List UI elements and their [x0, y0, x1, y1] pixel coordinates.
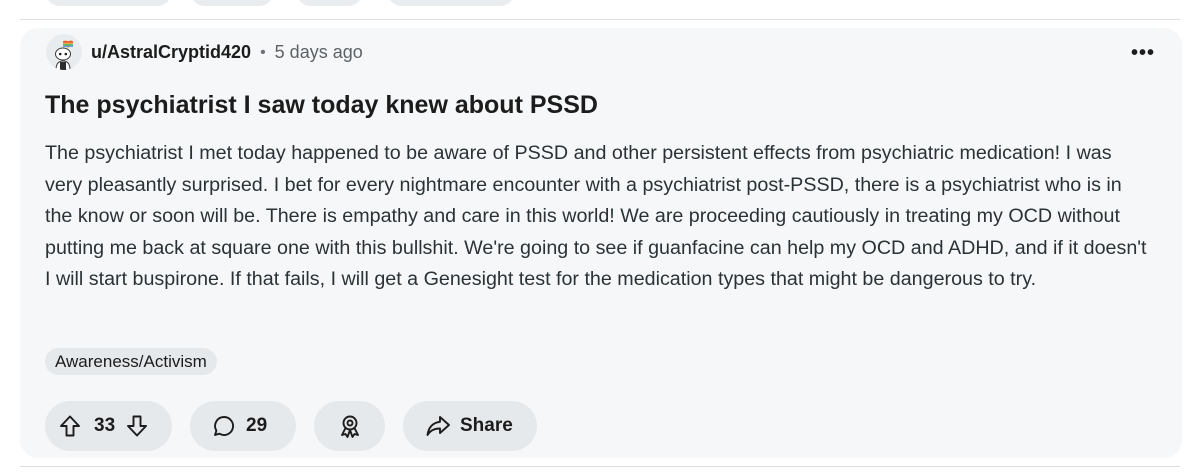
username-link[interactable]: u/AstralCryptid420: [91, 42, 251, 63]
previous-post-action-pill[interactable]: [296, 0, 363, 6]
meta-separator: •: [260, 43, 266, 61]
previous-post-action-pill[interactable]: [190, 0, 274, 6]
more-options-icon[interactable]: •••: [1124, 40, 1162, 66]
vote-count: 33: [94, 415, 116, 436]
post-title[interactable]: The psychiatrist I saw today knew about …: [45, 88, 1165, 122]
share-button[interactable]: Share: [403, 401, 537, 451]
share-label: Share: [460, 415, 513, 436]
previous-post-action-pill[interactable]: [387, 0, 515, 6]
top-divider: [20, 19, 1180, 20]
upvote-arrow-icon[interactable]: [58, 414, 82, 438]
comment-count: 29: [246, 415, 268, 436]
award-icon: [337, 413, 363, 439]
post-timestamp[interactable]: 5 days ago: [275, 42, 363, 63]
bottom-divider: [20, 466, 1180, 467]
post-body: The psychiatrist I met today happened to…: [45, 142, 1147, 291]
previous-post-action-pill[interactable]: [45, 0, 172, 6]
post-flair[interactable]: Awareness/Activism: [45, 348, 217, 375]
award-button[interactable]: [314, 401, 385, 451]
comment-bubble-icon: [212, 414, 236, 438]
post-meta: u/AstralCryptid420 • 5 days ago: [91, 42, 363, 63]
share-arrow-icon: [425, 414, 451, 438]
comments-button[interactable]: 29: [190, 401, 296, 451]
snoo-avatar-icon[interactable]: [46, 34, 82, 70]
vote-control: 33: [45, 401, 172, 451]
downvote-arrow-icon[interactable]: [125, 414, 149, 438]
